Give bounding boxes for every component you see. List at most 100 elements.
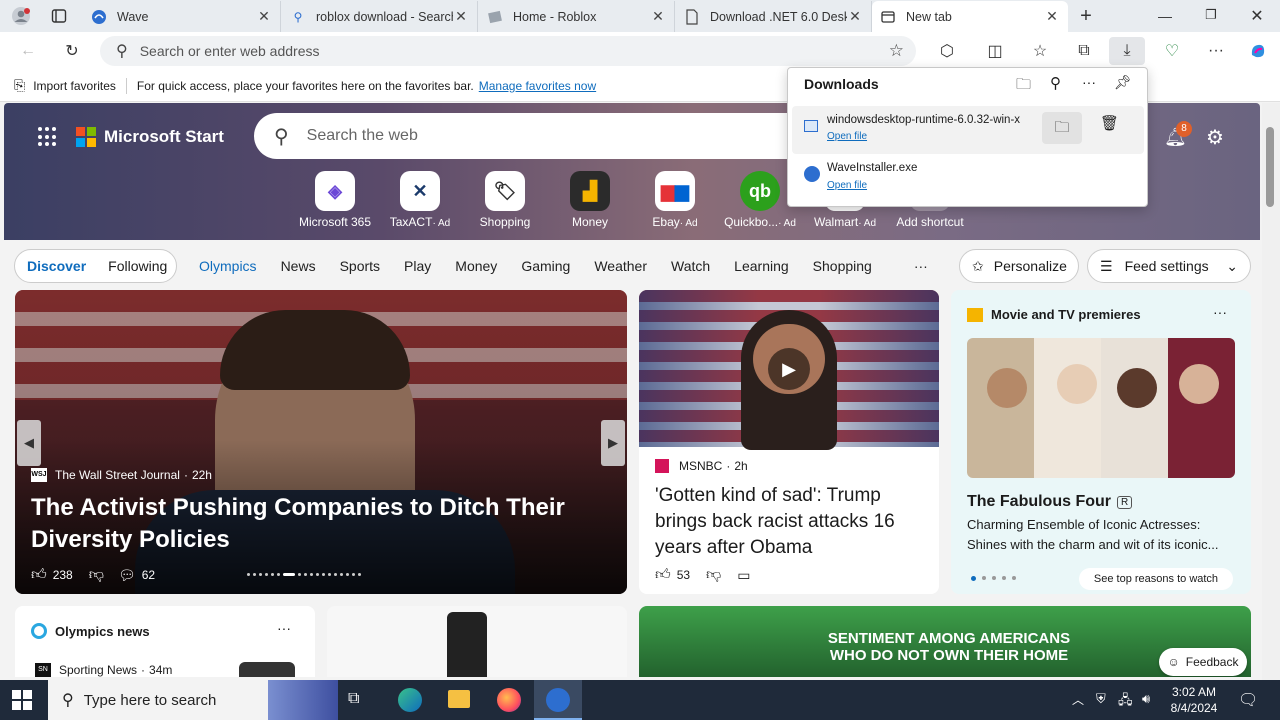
favorites-icon[interactable]: ☆ — [1026, 37, 1054, 65]
close-icon[interactable]: ✕ — [1044, 8, 1060, 25]
tab-roblox-search[interactable]: ⚲ roblox download - Search ✕ — [282, 1, 478, 32]
quick-link-ebay[interactable]: ▆ ▆ Ebay· Ad — [634, 171, 716, 229]
more-options-icon[interactable]: ··· — [1082, 74, 1096, 90]
close-icon[interactable]: ✕ — [453, 8, 469, 25]
tab-following[interactable]: Following — [108, 258, 167, 274]
refresh-icon[interactable]: ↻ — [58, 37, 86, 65]
comment-icon[interactable]: 💬︎ — [118, 567, 136, 584]
settings-gear-icon[interactable]: ⚙ — [1206, 125, 1224, 150]
nav-item-sports[interactable]: Sports — [340, 258, 380, 274]
play-icon[interactable]: ▶ — [768, 348, 810, 390]
feedback-button[interactable]: ☺ Feedback — [1159, 648, 1247, 676]
nav-more-button[interactable]: ··· — [914, 258, 928, 274]
quick-link-shopping[interactable]: 🏷︎ Shopping — [464, 171, 546, 229]
profile-icon[interactable] — [8, 5, 34, 27]
see-reasons-button[interactable]: See top reasons to watch — [1079, 568, 1233, 590]
volume-icon[interactable]: 🔊︎ — [1142, 691, 1150, 707]
tab-discover[interactable]: Discover — [27, 258, 86, 274]
olympics-news-card[interactable]: Olympics news ··· SN Sporting News · 34m — [15, 606, 315, 677]
show-hidden-icons[interactable]: ︿ — [1072, 691, 1084, 708]
pin-icon[interactable]: 📌︎ — [1114, 74, 1132, 91]
collections-icon[interactable]: ⧉ — [1070, 37, 1098, 65]
split-screen-icon[interactable]: ◫ — [981, 37, 1009, 65]
wave-taskbar-item[interactable] — [534, 680, 582, 720]
dislike-icon[interactable]: 👎︎ — [89, 566, 104, 584]
card-more-icon[interactable]: ··· — [277, 620, 291, 636]
tab-actions-icon[interactable] — [48, 6, 70, 26]
tab-wave[interactable]: Wave ✕ — [83, 1, 281, 32]
show-in-folder-icon[interactable]: 🗀︎ — [1042, 112, 1082, 144]
tab-roblox-home[interactable]: Home - Roblox ✕ — [479, 1, 675, 32]
nav-item-olympics[interactable]: Olympics — [199, 258, 257, 274]
firefox-icon[interactable] — [497, 688, 521, 712]
nav-item-news[interactable]: News — [281, 258, 316, 274]
taskbar-search-box[interactable]: ⚲ Type here to search — [48, 680, 338, 720]
microsoft-start-brand[interactable]: Microsoft Start — [62, 127, 224, 147]
apps-launcher-icon[interactable] — [38, 127, 58, 147]
security-icon[interactable]: ⛨ — [1096, 691, 1106, 707]
notification-center-icon[interactable]: 🗨︎ — [1238, 690, 1258, 710]
delete-icon[interactable]: 🗑︎ — [1100, 114, 1119, 132]
clock[interactable]: 3:02 AM 8/4/2024 — [1162, 684, 1226, 716]
close-icon[interactable]: ✕ — [256, 8, 272, 25]
file-explorer-icon[interactable] — [448, 690, 470, 708]
page-scrollbar[interactable] — [1262, 103, 1280, 680]
minimize-icon[interactable]: — — [1150, 8, 1180, 24]
movie-title[interactable]: The Fabulous Four — [967, 493, 1111, 511]
open-folder-icon[interactable]: 🗀︎ — [1016, 74, 1031, 99]
new-tab-icon[interactable]: + — [1074, 4, 1098, 28]
windows-start-icon[interactable] — [12, 690, 32, 710]
scroll-thumb[interactable] — [1266, 127, 1274, 207]
download-item[interactable]: WaveInstaller.exe Open file — [792, 156, 1144, 200]
card-more-icon[interactable]: ··· — [1213, 304, 1227, 320]
like-icon[interactable]: 👍︎ — [655, 566, 671, 584]
open-file-link[interactable]: Open file — [827, 131, 867, 142]
carousel-next-icon[interactable]: ▶ — [601, 420, 625, 466]
hero-story-title[interactable]: The Activist Pushing Companies to Ditch … — [31, 492, 591, 556]
extensions-icon[interactable]: ⬡ — [933, 37, 961, 65]
carousel-prev-icon[interactable]: ◀ — [17, 420, 41, 466]
manage-favorites-link[interactable]: Manage favorites now — [479, 79, 596, 93]
nav-item-watch[interactable]: Watch — [671, 258, 710, 274]
close-icon[interactable]: ✕ — [847, 8, 863, 25]
nav-item-weather[interactable]: Weather — [594, 258, 647, 274]
movie-premieres-card[interactable]: Movie and TV premieres ··· The Fabulous … — [951, 290, 1251, 594]
open-file-link[interactable]: Open file — [827, 180, 867, 191]
nav-item-money[interactable]: Money — [455, 258, 497, 274]
story-card-msnbc[interactable]: ▶ MSNBC · 2h 'Gotten kind of sad': Trump… — [639, 290, 939, 594]
quick-link-taxact[interactable]: ✕ TaxACT· Ad — [379, 171, 461, 229]
video-news-card[interactable]: SENTIMENT AMONG AMERICANS WHO DO NOT OWN… — [639, 606, 1251, 677]
nav-item-play[interactable]: Play — [404, 258, 431, 274]
copilot-icon[interactable] — [1244, 37, 1272, 65]
quick-link-microsoft365[interactable]: ◈ Microsoft 365 — [294, 171, 376, 229]
favorite-star-icon[interactable]: ☆ — [889, 41, 904, 61]
tab-new-tab[interactable]: New tab ✕ — [872, 1, 1068, 32]
nav-item-gaming[interactable]: Gaming — [521, 258, 570, 274]
download-item[interactable]: windowsdesktop-runtime-6.0.32-win-x Open… — [792, 106, 1144, 154]
more-options-icon[interactable]: ··· — [1202, 37, 1230, 65]
close-icon[interactable]: ✕ — [650, 8, 666, 25]
comment-off-icon[interactable]: ▭ — [737, 567, 750, 584]
back-icon[interactable]: ← — [14, 37, 42, 65]
dislike-icon[interactable]: 👎︎ — [706, 566, 721, 584]
like-icon[interactable]: 👍︎ — [31, 566, 47, 584]
story-title[interactable]: 'Gotten kind of sad': Trump brings back … — [655, 483, 927, 561]
nav-item-learning[interactable]: Learning — [734, 258, 789, 274]
downloads-icon[interactable]: ⤓ — [1109, 37, 1145, 65]
search-icon[interactable]: ⚲ — [1050, 74, 1061, 92]
quick-link-money[interactable]: ▟ Money — [549, 171, 631, 229]
personalize-button[interactable]: ✩ Personalize — [959, 249, 1079, 283]
address-bar[interactable]: ⚲ Search or enter web address ☆ — [100, 36, 916, 66]
hero-story-card[interactable]: ◀ ▶ WSJ The Wall Street Journal · 22h Th… — [15, 290, 627, 594]
window-close-icon[interactable]: ✕ — [1242, 6, 1272, 26]
tab-dotnet[interactable]: Download .NET 6.0 Desktop ✕ — [676, 1, 872, 32]
web-search-box[interactable]: ⚲ Search the web — [254, 113, 814, 159]
browser-essentials-icon[interactable]: ♡ — [1158, 37, 1186, 65]
nav-item-shopping[interactable]: Shopping — [813, 258, 872, 274]
feed-settings-button[interactable]: ☰ Feed settings ⌄ — [1087, 249, 1251, 283]
restore-icon[interactable]: ❐ — [1196, 7, 1226, 23]
shopping-card[interactable] — [327, 606, 627, 677]
task-view-icon[interactable]: ⧉ — [348, 690, 359, 708]
network-icon[interactable]: 🖧︎ — [1118, 691, 1133, 713]
edge-taskbar-icon[interactable] — [398, 688, 422, 712]
